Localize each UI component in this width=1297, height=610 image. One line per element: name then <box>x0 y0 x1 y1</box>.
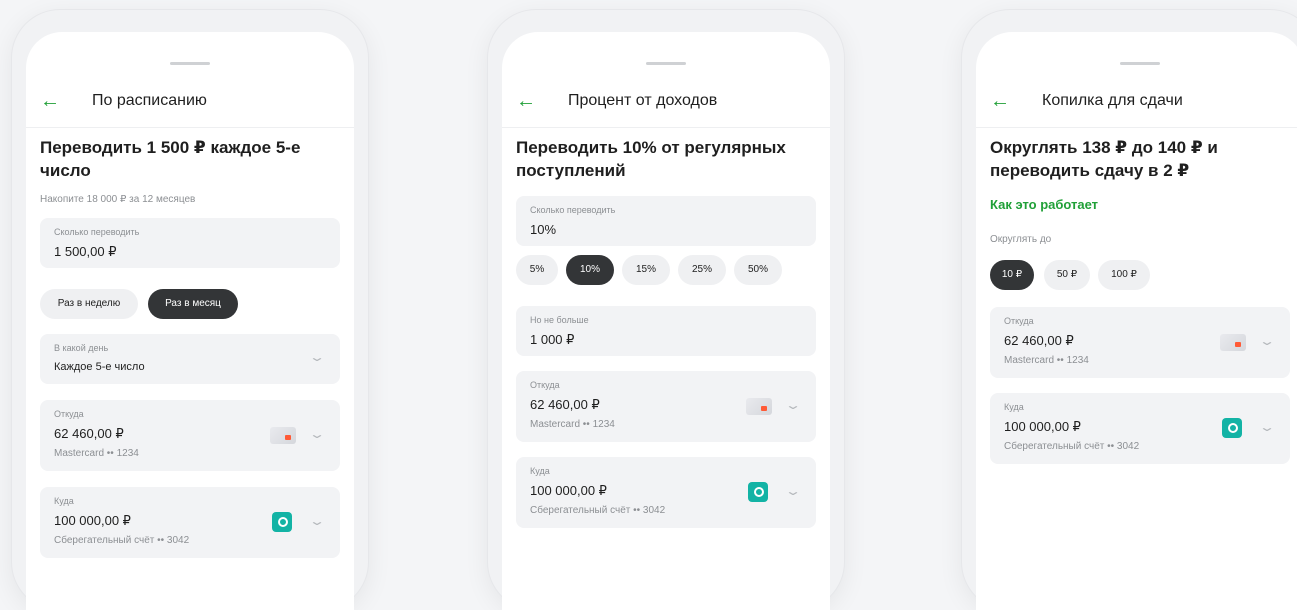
to-label: Куда <box>54 496 74 506</box>
from-card: Mastercard •• 1234 <box>54 448 139 459</box>
phone-screen: ← Копилка для сдачи Округлять 138 ₽ до 1… <box>976 32 1297 610</box>
round-label: Округлять до <box>990 234 1052 245</box>
header: ← Копилка для сдачи <box>976 87 1297 128</box>
chip-5-percent[interactable]: 5% <box>516 255 558 285</box>
headline: Округлять 138 ₽ до 140 ₽ и переводить сд… <box>990 138 1218 180</box>
chip-10-percent[interactable]: 10% <box>566 255 614 285</box>
percent-field[interactable]: Сколько переводить 10% <box>516 196 816 246</box>
mastercard-icon <box>1220 334 1246 351</box>
phone-screen: ← Процент от доходов Переводить 10% от р… <box>502 32 830 610</box>
chip-weekly[interactable]: Раз в неделю <box>40 289 138 319</box>
to-account[interactable]: Куда 100 000,00 ₽ Сберегательный счёт ••… <box>990 393 1290 464</box>
chip-15-percent[interactable]: 15% <box>622 255 670 285</box>
to-account[interactable]: Куда 100 000,00 ₽ Сберегательный счёт ••… <box>40 487 340 558</box>
phone-screen: ← По расписанию Переводить 1 500 ₽ каждо… <box>26 32 354 610</box>
back-arrow-icon[interactable]: ← <box>40 91 60 111</box>
from-card: Mastercard •• 1234 <box>1004 355 1089 366</box>
header: ← По расписанию <box>26 87 354 128</box>
sheet-grabber[interactable] <box>646 62 686 65</box>
chevron-down-icon: ⌄ <box>784 484 802 498</box>
page-title: Копилка для сдачи <box>1042 92 1183 109</box>
limit-value: 1 000 ₽ <box>530 332 575 347</box>
mastercard-icon <box>746 398 772 415</box>
from-amount: 62 460,00 ₽ <box>54 426 124 441</box>
page-title: Процент от доходов <box>568 92 718 109</box>
limit-label: Но не больше <box>530 315 589 325</box>
chip-50-percent[interactable]: 50% <box>734 255 782 285</box>
from-card: Mastercard •• 1234 <box>530 419 615 430</box>
from-label: Откуда <box>1004 316 1034 326</box>
to-amount: 100 000,00 ₽ <box>1004 419 1081 434</box>
headline: Переводить 1 500 ₽ каждое 5-е число <box>40 138 301 180</box>
day-select[interactable]: В какой день Каждое 5-е число ⌄ <box>40 334 340 384</box>
to-amount: 100 000,00 ₽ <box>54 513 131 528</box>
to-label: Куда <box>530 466 550 476</box>
header: ← Процент от доходов <box>502 87 830 128</box>
phone-schedule: ← По расписанию Переводить 1 500 ₽ каждо… <box>12 10 368 610</box>
amount-value: 1 500,00 ₽ <box>54 244 117 259</box>
chip-monthly[interactable]: Раз в месяц <box>148 289 238 319</box>
to-label: Куда <box>1004 402 1024 412</box>
from-account[interactable]: Откуда 62 460,00 ₽ Mastercard •• 1234 ⌄ <box>40 400 340 471</box>
chip-round-100[interactable]: 100 ₽ <box>1098 260 1150 290</box>
chevron-down-icon: ⌄ <box>1258 334 1276 348</box>
chip-25-percent[interactable]: 25% <box>678 255 726 285</box>
chevron-down-icon: ⌄ <box>784 398 802 412</box>
to-amount: 100 000,00 ₽ <box>530 483 607 498</box>
from-amount: 62 460,00 ₽ <box>530 397 600 412</box>
from-account[interactable]: Откуда 62 460,00 ₽ Mastercard •• 1234 ⌄ <box>990 307 1290 378</box>
chevron-down-icon: ⌄ <box>308 350 326 364</box>
phone-roundup: ← Копилка для сдачи Округлять 138 ₽ до 1… <box>962 10 1297 610</box>
to-account-name: Сберегательный счёт •• 3042 <box>530 505 666 516</box>
savings-hint: Накопите 18 000 ₽ за 12 месяцев <box>40 194 196 205</box>
savings-account-icon <box>1222 418 1242 438</box>
amount-label: Сколько переводить <box>530 205 616 215</box>
sheet-grabber[interactable] <box>170 62 210 65</box>
day-label: В какой день <box>54 343 109 353</box>
to-account-name: Сберегательный счёт •• 3042 <box>54 535 190 546</box>
to-account[interactable]: Куда 100 000,00 ₽ Сберегательный счёт ••… <box>516 457 816 528</box>
amount-field[interactable]: Сколько переводить 1 500,00 ₽ <box>40 218 340 268</box>
to-account-name: Сберегательный счёт •• 3042 <box>1004 441 1140 452</box>
from-label: Откуда <box>530 380 560 390</box>
amount-value: 10% <box>530 222 557 237</box>
chevron-down-icon: ⌄ <box>308 427 326 441</box>
back-arrow-icon[interactable]: ← <box>516 91 536 111</box>
limit-field[interactable]: Но не больше 1 000 ₽ <box>516 306 816 356</box>
savings-account-icon <box>748 482 768 502</box>
chip-round-10[interactable]: 10 ₽ <box>990 260 1034 290</box>
how-it-works-link[interactable]: Как это работает <box>990 197 1098 212</box>
day-value: Каждое 5-е число <box>54 361 145 373</box>
chevron-down-icon: ⌄ <box>1258 420 1276 434</box>
chevron-down-icon: ⌄ <box>308 514 326 528</box>
from-account[interactable]: Откуда 62 460,00 ₽ Mastercard •• 1234 ⌄ <box>516 371 816 442</box>
sheet-grabber[interactable] <box>1120 62 1160 65</box>
headline: Переводить 10% от регулярных поступлений <box>516 138 786 180</box>
from-label: Откуда <box>54 409 84 419</box>
amount-label: Сколько переводить <box>54 227 140 237</box>
mastercard-icon <box>270 427 296 444</box>
savings-account-icon <box>272 512 292 532</box>
chip-round-50[interactable]: 50 ₽ <box>1044 260 1090 290</box>
from-amount: 62 460,00 ₽ <box>1004 333 1074 348</box>
back-arrow-icon[interactable]: ← <box>990 91 1010 111</box>
phone-percent: ← Процент от доходов Переводить 10% от р… <box>488 10 844 610</box>
page-title: По расписанию <box>92 92 207 109</box>
